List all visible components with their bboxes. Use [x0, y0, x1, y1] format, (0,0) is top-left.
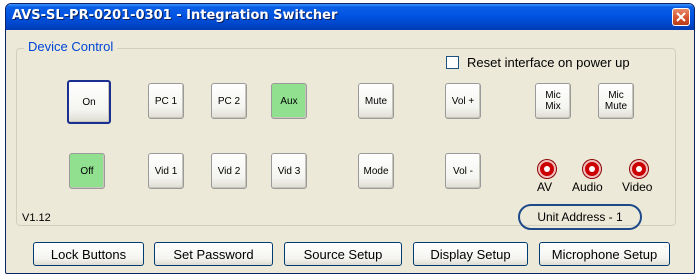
pc1-button[interactable]: PC 1	[148, 83, 184, 119]
microphone-setup-button[interactable]: Microphone Setup	[539, 242, 670, 266]
pc2-button[interactable]: PC 2	[211, 83, 247, 119]
audio-indicator-label: Audio	[572, 180, 603, 194]
vid2-button[interactable]: Vid 2	[211, 153, 247, 189]
mic-mute-button[interactable]: Mic Mute	[598, 83, 634, 119]
mute-button[interactable]: Mute	[358, 83, 394, 119]
volume-down-button[interactable]: Vol -	[445, 153, 481, 189]
device-control-label: Device Control	[24, 39, 118, 54]
title-bar[interactable]: AVS-SL-PR-0201-0301 - Integration Switch…	[6, 4, 694, 30]
on-button[interactable]: On	[67, 80, 111, 124]
device-control-group	[16, 48, 676, 226]
vid1-button[interactable]: Vid 1	[148, 153, 184, 189]
av-indicator-icon	[538, 160, 556, 178]
reset-interface-option[interactable]: Reset interface on power up	[446, 55, 630, 70]
close-button[interactable]	[672, 8, 690, 26]
reset-interface-label: Reset interface on power up	[467, 55, 630, 70]
video-indicator-icon	[630, 160, 648, 178]
av-indicator-label: AV	[537, 180, 553, 194]
display-setup-button[interactable]: Display Setup	[413, 242, 528, 266]
source-setup-button[interactable]: Source Setup	[284, 242, 402, 266]
reset-interface-checkbox[interactable]	[446, 56, 459, 69]
audio-indicator-icon	[583, 160, 601, 178]
close-icon	[676, 12, 686, 22]
mode-button[interactable]: Mode	[358, 153, 394, 189]
video-indicator-label: Video	[622, 180, 653, 194]
aux-button[interactable]: Aux	[271, 83, 307, 119]
unit-address-label: Unit Address - 1	[518, 204, 642, 230]
window-title: AVS-SL-PR-0201-0301 - Integration Switch…	[12, 8, 338, 23]
vid3-button[interactable]: Vid 3	[271, 153, 307, 189]
set-password-button[interactable]: Set Password	[154, 242, 273, 266]
mic-mix-button[interactable]: Mic Mix	[535, 83, 571, 119]
version-label: V1.12	[22, 212, 51, 224]
lock-buttons-button[interactable]: Lock Buttons	[33, 242, 144, 266]
off-button[interactable]: Off	[69, 153, 105, 189]
volume-up-button[interactable]: Vol +	[445, 83, 481, 119]
